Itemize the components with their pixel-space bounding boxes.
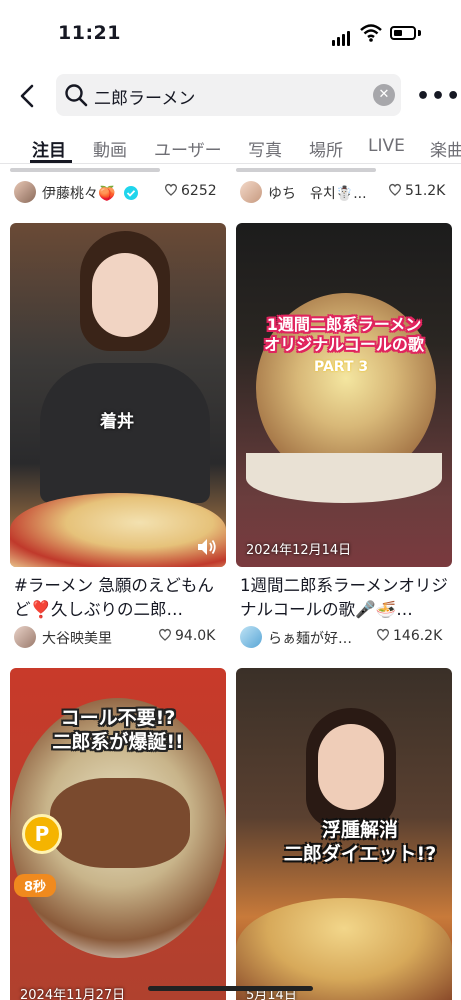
- avatar[interactable]: [14, 181, 36, 203]
- speaker-icon[interactable]: [196, 537, 218, 557]
- heart-icon: [158, 628, 172, 641]
- thumb-bowl: [246, 453, 442, 503]
- post-date: 2024年12月14日: [246, 543, 352, 558]
- tabs-divider: [0, 163, 461, 164]
- overlay-title: 1週間二郎系ラーメン オリジナルコールの歌: [264, 315, 424, 354]
- home-indicator: [148, 986, 313, 991]
- tab-photos[interactable]: 写真: [248, 136, 282, 161]
- search-tabs: 注目 動画 ユーザー 写真 場所 LIVE 楽曲: [0, 130, 461, 164]
- video-thumbnail[interactable]: 1週間二郎系ラーメン オリジナルコールの歌 PART 3 2024年12月14日: [236, 223, 452, 567]
- partial-meta-left: 伊藤桃々🍑 6252: [14, 181, 230, 205]
- overlay-subtitle: PART 3: [314, 359, 369, 375]
- promo-p-badge-icon: P: [22, 814, 62, 854]
- author-name[interactable]: 伊藤桃々🍑: [42, 183, 115, 203]
- clear-search-icon[interactable]: ✕: [373, 84, 395, 106]
- cellular-signal-icon: [332, 27, 352, 46]
- card-meta: らぁ麺が好… 146.2K: [240, 626, 456, 650]
- heart-icon: [164, 183, 178, 196]
- duration-badge: 8秒: [14, 874, 57, 897]
- battery-icon: [390, 26, 416, 40]
- tab-sounds[interactable]: 楽曲: [430, 136, 461, 161]
- video-thumbnail[interactable]: 着丼: [10, 223, 226, 567]
- verified-badge-icon: [124, 186, 138, 200]
- like-count: 6252: [164, 183, 217, 199]
- like-count: 94.0K: [158, 628, 215, 644]
- like-count-value: 94.0K: [175, 628, 216, 644]
- overlay-title: 浮腫解消 二郎ダイエット!?: [283, 819, 437, 865]
- author-name[interactable]: 大谷映美里: [42, 628, 112, 648]
- like-count-value: 6252: [181, 183, 217, 199]
- author-name[interactable]: らぁ麺が好…: [268, 628, 352, 648]
- thumb-face: [318, 724, 384, 810]
- overlay-caption: 着丼: [100, 412, 134, 432]
- avatar[interactable]: [14, 626, 36, 648]
- heart-icon: [376, 628, 390, 641]
- search-input[interactable]: 二郎ラーメン: [94, 84, 195, 109]
- post-date: 2024年11月27日: [20, 988, 126, 1000]
- back-arrow-icon[interactable]: [14, 82, 42, 110]
- tab-top[interactable]: 注目: [32, 136, 66, 161]
- avatar[interactable]: [240, 181, 262, 203]
- thumb-face: [92, 253, 158, 337]
- thumb-bowl: [10, 493, 226, 567]
- more-options-icon[interactable]: •••: [416, 84, 461, 109]
- status-time: 11:21: [58, 22, 121, 44]
- author-name[interactable]: ゆち 유치☃️...: [268, 183, 367, 203]
- tab-users[interactable]: ユーザー: [154, 136, 222, 161]
- video-caption[interactable]: 1週間二郎系ラーメンオリジナルコールの歌🎤🍜…: [240, 574, 456, 622]
- search-icon: [65, 84, 88, 107]
- tab-videos[interactable]: 動画: [93, 136, 127, 161]
- like-count-value: 51.2K: [405, 183, 446, 199]
- partial-caption-left: [10, 166, 226, 174]
- battery-cap: [418, 30, 421, 36]
- video-thumbnail[interactable]: コール不要!? 二郎系が爆誕!! P 8秒 2024年11月27日: [10, 668, 226, 1000]
- heart-icon: [388, 183, 402, 196]
- search-bar[interactable]: 二郎ラーメン ✕: [56, 74, 401, 116]
- tab-places[interactable]: 場所: [309, 136, 343, 161]
- thumb-sweater: [40, 363, 210, 503]
- video-thumbnail[interactable]: 浮腫解消 二郎ダイエット!? 5月14日: [236, 668, 452, 1000]
- tab-live[interactable]: LIVE: [368, 136, 405, 156]
- partial-meta-right: ゆち 유치☃️... 51.2K: [240, 181, 456, 205]
- video-caption[interactable]: #ラーメン 急願のえどもんど❣️久しぶりの二郎…: [14, 574, 230, 622]
- wifi-icon: [360, 24, 382, 42]
- like-count: 146.2K: [376, 628, 442, 644]
- avatar[interactable]: [240, 626, 262, 648]
- overlay-title: コール不要!? 二郎系が爆誕!!: [52, 707, 184, 753]
- partial-caption-right: [236, 166, 452, 174]
- like-count: 51.2K: [388, 183, 445, 199]
- like-count-value: 146.2K: [393, 628, 443, 644]
- card-meta: 大谷映美里 94.0K: [14, 626, 230, 650]
- thumb-chashu: [50, 778, 190, 868]
